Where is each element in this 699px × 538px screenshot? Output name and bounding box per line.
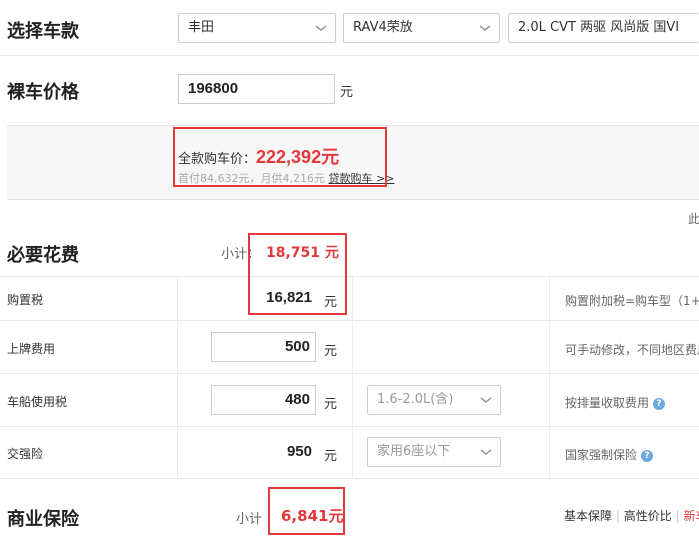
compulsory-note-wrap: 国家强制保险? <box>565 446 654 463</box>
plan-basic[interactable]: 基本保障 <box>564 509 612 523</box>
right-hint: 此 <box>688 212 699 226</box>
compulsory-insurance-label: 交强险 <box>7 447 44 461</box>
divider <box>0 320 699 321</box>
vehicle-tax-note-wrap: 按排量收取费用? <box>565 394 666 411</box>
price-title: 裸车价格 <box>7 82 79 103</box>
plate-fee-value: 500 <box>284 338 310 355</box>
vehicle-tax-label: 车船使用税 <box>7 395 68 409</box>
chevron-down-icon <box>480 397 492 403</box>
model-select[interactable]: RAV4荣放 <box>343 13 500 43</box>
vehicle-tax-value: 480 <box>284 391 310 408</box>
commercial-insurance-title: 商业保险 <box>7 509 79 530</box>
divider <box>0 426 699 427</box>
divider <box>0 55 699 56</box>
divider <box>0 373 699 374</box>
divider <box>0 276 699 277</box>
col-divider <box>549 276 550 478</box>
chevron-down-icon <box>479 25 491 31</box>
help-icon[interactable]: ? <box>653 397 666 410</box>
compulsory-insurance-note: 国家强制保险 <box>565 448 638 462</box>
brand-select[interactable]: 丰田 <box>178 13 336 43</box>
plate-fee-unit: 元 <box>324 344 338 359</box>
compulsory-insurance-value: 950 <box>286 443 312 460</box>
compulsory-insurance-unit: 元 <box>324 449 338 464</box>
select-car-title: 选择车款 <box>7 21 79 42</box>
highlight-box-commercial <box>268 487 345 535</box>
plan-separator: | <box>675 509 680 523</box>
help-icon[interactable]: ? <box>641 449 654 462</box>
price-input-value: 196800 <box>188 80 239 97</box>
seat-type-select[interactable]: 家用6座以下 <box>367 437 501 467</box>
version-select[interactable]: 2.0L CVT 两驱 风尚版 国VI <box>508 13 699 43</box>
displacement-select[interactable]: 1.6-2.0L(含) <box>367 385 501 415</box>
vehicle-tax-unit: 元 <box>324 397 338 412</box>
col-divider <box>352 276 353 478</box>
chevron-down-icon <box>315 25 327 31</box>
model-select-value: RAV4荣放 <box>353 20 413 35</box>
vehicle-tax-input[interactable]: 480 <box>211 385 316 415</box>
plan-separator: | <box>615 509 620 523</box>
divider <box>0 478 699 479</box>
highlight-box-required <box>248 233 347 315</box>
seat-type-select-value: 家用6座以下 <box>377 444 451 459</box>
brand-select-value: 丰田 <box>188 20 215 35</box>
purchase-tax-label: 购置税 <box>7 293 44 307</box>
plate-fee-label: 上牌费用 <box>7 342 56 356</box>
displacement-select-value: 1.6-2.0L(含) <box>377 392 454 407</box>
plate-fee-input[interactable]: 500 <box>211 332 316 362</box>
col-divider <box>177 276 178 478</box>
chevron-down-icon <box>480 449 492 455</box>
vehicle-tax-note: 按排量收取费用 <box>565 396 650 410</box>
price-input[interactable]: 196800 <box>178 74 335 104</box>
price-unit: 元 <box>340 85 354 100</box>
plate-fee-note: 可手动修改，不同地区费用 <box>565 343 699 357</box>
insurance-plan-tabs: 基本保障 | 高性价比 | 新车 <box>564 507 699 524</box>
highlight-box-total <box>173 127 387 187</box>
plan-new-car[interactable]: 新车 <box>683 509 699 523</box>
required-costs-title: 必要花费 <box>7 245 79 266</box>
plan-value[interactable]: 高性价比 <box>624 509 672 523</box>
version-select-value: 2.0L CVT 两驱 风尚版 国VI <box>518 20 680 35</box>
purchase-tax-note: 购置附加税=购车型（1+ <box>565 294 699 308</box>
commercial-subtotal-label: 小计 <box>236 512 263 527</box>
